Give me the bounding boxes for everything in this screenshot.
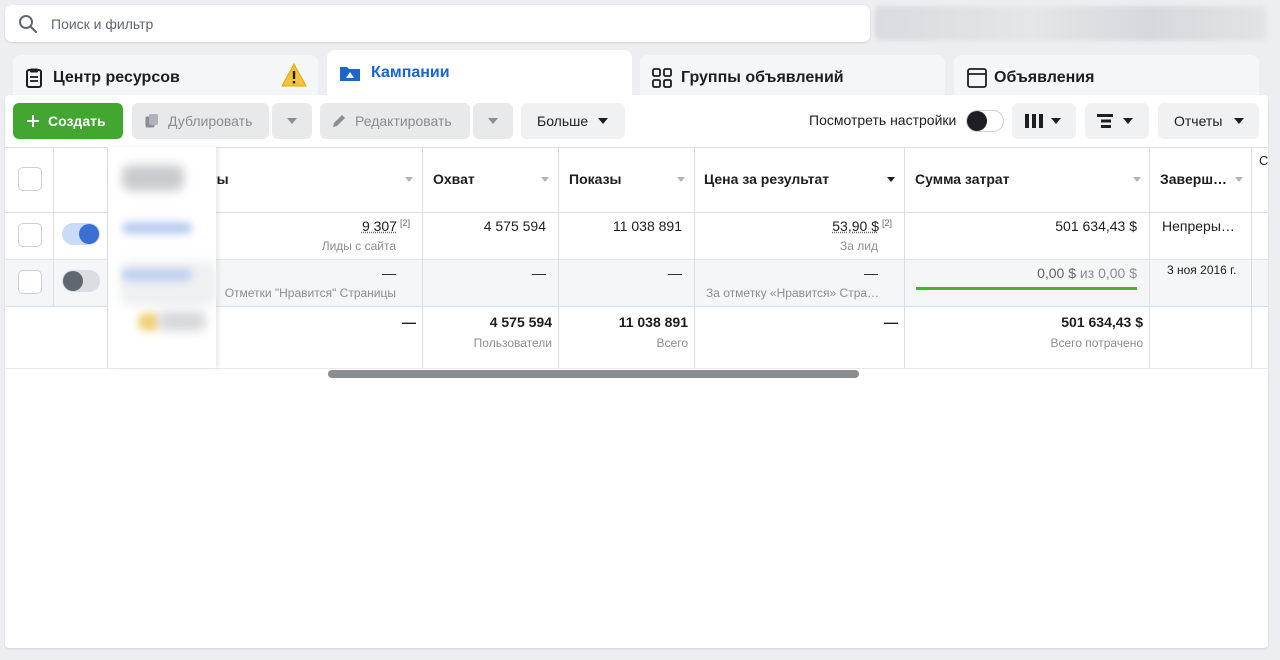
total-reach: 4 575 594 [489,314,552,330]
sort-icon[interactable] [1235,177,1243,182]
impressions-value: — [668,265,682,281]
total-amount-spent: 501 634,43 $ [1061,314,1143,330]
duplicate-label: Дублировать [168,113,253,129]
header-impressions[interactable]: Показы [569,171,622,187]
tab-ad-sets[interactable]: Группы объявлений [640,55,945,100]
campaign-folder-icon [340,67,360,81]
ad-window-icon [967,68,987,88]
sort-icon[interactable] [677,177,685,182]
breakdown-icon [1097,114,1113,128]
amount-spent-value: 0,00 $ из 0,00 $ [1037,265,1137,281]
cost-per-result-type: За отметку «Нравится» Стра… [706,286,880,300]
more-label: Больше [537,113,589,129]
duplicate-dropdown[interactable] [272,103,312,139]
pencil-icon [333,115,345,127]
top-bar [0,0,1280,50]
row-checkbox[interactable] [18,223,42,247]
search-box[interactable] [5,5,870,42]
total-impressions-label: Всего [656,336,688,350]
cost-per-result-value: — [864,265,878,281]
total-impressions: 11 038 891 [618,314,688,330]
campaign-toggle[interactable] [62,270,100,292]
tab-label: Центр ресурсов [53,69,180,86]
clipboard-icon [26,68,42,88]
results-type: Лиды с сайта [321,239,396,253]
chevron-down-icon [1234,118,1245,124]
reach-value: 4 575 594 [483,218,546,234]
chevron-down-icon [287,118,297,124]
duplicate-button[interactable]: Дублировать [132,103,269,139]
columns-icon [1025,114,1043,128]
chevron-down-icon [1051,118,1061,124]
impressions-value: 11 038 891 [612,218,682,234]
tab-ads[interactable]: Объявления [954,55,1259,100]
cost-per-result-type: За лид [840,239,878,253]
duplicate-icon [145,114,158,128]
ends-value: Непреры… [1162,218,1235,234]
header-amount-spent[interactable]: Сумма затрат [915,171,1010,187]
grid-icon [652,68,672,88]
sort-icon[interactable] [1133,177,1141,182]
reports-button[interactable]: Отчеты [1158,103,1259,139]
total-results: — [402,314,416,330]
chevron-down-icon [488,118,498,124]
row-checkbox[interactable] [18,270,42,294]
results-value: 9 307 [2] [361,218,410,234]
select-all-checkbox[interactable] [18,167,42,191]
toggle-knob [967,111,987,131]
chevron-down-icon [598,118,609,124]
edit-dropdown[interactable] [473,103,513,139]
total-amount-label: Всего потрачено [1050,336,1143,350]
results-value: — [382,265,396,281]
campaign-name-column-redacted [108,147,216,368]
tab-label: Кампании [371,64,450,81]
tab-label: Группы объявлений [681,69,844,86]
search-icon [19,15,38,34]
header-cost-per-result[interactable]: Цена за результат [704,171,829,187]
total-cost-per-result: — [884,314,898,330]
tab-campaigns[interactable]: Кампании [327,50,632,100]
cost-per-result-value: 53,90 $ [2] [832,218,892,234]
results-type: Отметки "Нравится" Страницы [224,286,396,300]
reach-value: — [532,265,546,281]
reports-label: Отчеты [1174,113,1223,129]
tab-resource-center[interactable]: Центр ресурсов [13,55,318,100]
plus-icon [27,115,39,127]
columns-button[interactable] [1012,103,1076,139]
toolbar: Создать Дублировать Редактировать Больше… [5,95,1268,147]
view-settings-toggle[interactable] [966,110,1004,132]
budget-progress-fill [916,287,1137,290]
account-selector-redacted[interactable] [875,6,1267,41]
edit-label: Редактировать [355,113,452,129]
header-reach[interactable]: Охват [433,171,475,187]
sort-icon[interactable] [405,177,413,182]
chevron-down-icon [1123,118,1133,124]
header-ends[interactable]: Заверш… [1160,171,1227,187]
toggle-knob [63,271,83,291]
edit-button[interactable]: Редактировать [320,103,470,139]
create-label: Создать [48,113,106,129]
warning-icon [281,63,307,87]
more-button[interactable]: Больше [521,103,625,139]
search-input[interactable] [51,5,851,42]
breakdown-button[interactable] [1085,103,1149,139]
campaign-toggle[interactable] [62,223,100,245]
view-settings-label: Посмотреть настройки [809,112,957,128]
sort-icon[interactable] [541,177,549,182]
create-button[interactable]: Создать [13,103,123,139]
horizontal-scrollbar[interactable] [328,370,859,378]
header-next-partial: С [1259,153,1269,168]
tab-label: Объявления [994,69,1095,86]
campaigns-panel: Создать Дублировать Редактировать Больше… [5,95,1268,648]
total-reach-label: Пользователи [473,336,552,350]
sort-icon[interactable] [887,177,895,182]
amount-spent-value: 501 634,43 $ [1055,218,1137,234]
toggle-knob [79,224,99,244]
budget-progress-bar [916,287,1137,290]
ends-value: 3 ноя 2016 г. [1167,263,1237,277]
